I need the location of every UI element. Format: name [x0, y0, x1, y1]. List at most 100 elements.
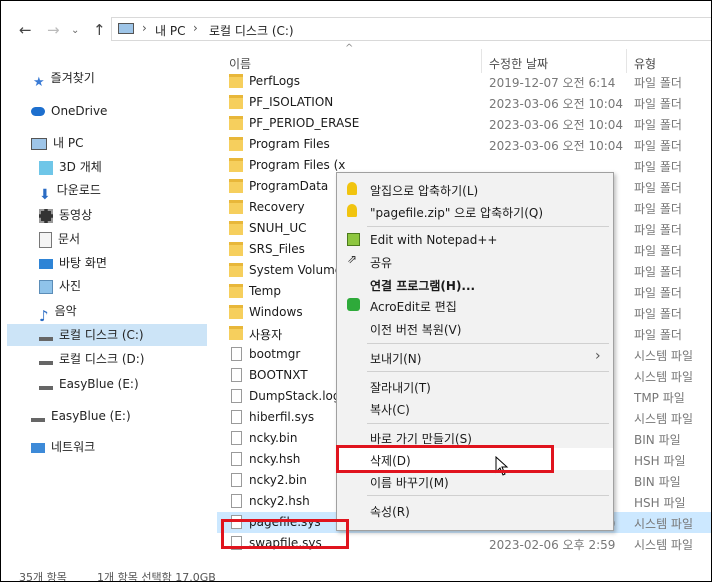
- nav-item-music[interactable]: ♪ 음악: [39, 300, 77, 325]
- menu-label: 이름 바꾸기(M): [370, 476, 449, 490]
- drive-icon: [39, 355, 53, 365]
- back-arrow-icon[interactable]: ←: [19, 21, 32, 39]
- column-header-type[interactable]: 유형: [634, 55, 656, 72]
- nav-item-my-pc[interactable]: 내 PC: [31, 132, 83, 154]
- file-type: 파일 폴더: [634, 118, 682, 132]
- nav-item-easyblue-e[interactable]: EasyBlue (E:): [39, 373, 139, 395]
- menu-separator: [367, 371, 609, 372]
- menu-item-alzip-compress[interactable]: 알집으로 압축하기(L): [337, 178, 613, 200]
- column-header-name[interactable]: 이름: [229, 55, 251, 72]
- nav-item-desktop[interactable]: 바탕 화면: [39, 252, 107, 274]
- pagefile-highlight-box: [221, 519, 349, 549]
- menu-item-rename[interactable]: 이름 바꾸기(M): [337, 470, 613, 492]
- menu-item-copy[interactable]: 복사(C): [337, 397, 613, 419]
- nav-item-local-disk-d[interactable]: 로컬 디스크 (D:): [39, 348, 144, 370]
- document-icon: [39, 231, 52, 248]
- nav-label: 사진: [59, 279, 82, 293]
- breadcrumb-separator-icon[interactable]: ›: [193, 21, 198, 35]
- breadcrumb-separator-icon[interactable]: ›: [142, 21, 147, 35]
- menu-label: 보내기(N): [370, 352, 422, 366]
- file-type: TMP 파일: [634, 391, 685, 405]
- menu-label: "pagefile.zip" 으로 압축하기(Q): [370, 206, 544, 220]
- file-type: 파일 폴더: [634, 139, 682, 153]
- star-icon: ★: [33, 74, 45, 90]
- folder-icon: [229, 179, 243, 193]
- menu-item-notepadpp[interactable]: Edit with Notepad++: [337, 229, 613, 251]
- column-divider[interactable]: [626, 49, 627, 73]
- file-name: Program Files: [249, 137, 330, 151]
- nav-item-documents[interactable]: 문서: [39, 228, 80, 250]
- file-icon: [231, 452, 242, 466]
- nav-item-pictures[interactable]: 사진: [39, 275, 81, 297]
- file-type: BIN 파일: [634, 433, 681, 447]
- file-name: Windows: [249, 305, 303, 319]
- file-name: Recovery: [249, 200, 305, 214]
- menu-label: 알집으로 압축하기(L): [370, 184, 479, 198]
- menu-item-share[interactable]: ⇗ 공유: [337, 250, 613, 272]
- file-date: 2019-12-07 오전 6:14: [489, 76, 616, 90]
- nav-item-local-disk-c[interactable]: 로컬 디스크 (C:): [39, 324, 144, 346]
- file-name: ncky2.bin: [249, 473, 307, 487]
- context-menu: 알집으로 압축하기(L) "pagefile.zip" 으로 압축하기(Q) E…: [336, 172, 614, 531]
- folder-icon: [229, 284, 243, 298]
- file-name: ncky.hsh: [249, 452, 301, 466]
- usb-drive-icon: [31, 412, 45, 422]
- forward-arrow-icon[interactable]: →: [47, 21, 60, 39]
- file-type: 파일 폴더: [634, 202, 682, 216]
- drive-icon: [39, 380, 53, 390]
- file-type: 시스템 파일: [634, 538, 694, 552]
- file-name: DumpStack.log.: [249, 389, 345, 403]
- file-row[interactable]: Program Files 2023-03-06 오전 10:04 파일 폴더: [217, 134, 711, 155]
- file-name: PF_ISOLATION: [249, 95, 334, 109]
- file-type: 파일 폴더: [634, 307, 682, 321]
- menu-separator: [367, 343, 609, 344]
- nav-item-easyblue-e-root[interactable]: EasyBlue (E:): [31, 405, 131, 427]
- nav-label: 내 PC: [53, 136, 84, 150]
- column-header-date[interactable]: 수정한 날짜: [489, 55, 548, 72]
- menu-label: 속성(R): [370, 505, 410, 519]
- nav-label: 로컬 디스크 (D:): [59, 352, 145, 366]
- chevron-down-icon[interactable]: ⌄: [71, 25, 79, 36]
- nav-item-favorites[interactable]: ★ 즐겨찾기: [33, 67, 95, 90]
- navigation-pane: ★ 즐겨찾기 OneDrive 내 PC 3D 개체 ⬇ 다운로드 동영상 문서 바…: [1, 47, 208, 567]
- file-row[interactable]: PF_PERIOD_ERASE 2023-03-06 오전 10:04 파일 폴더: [217, 113, 711, 134]
- folder-icon: [229, 95, 243, 109]
- up-arrow-icon[interactable]: ↑: [93, 21, 106, 39]
- file-row[interactable]: PerfLogs 2019-12-07 오전 6:14 파일 폴더: [217, 71, 711, 92]
- folder-icon: [229, 116, 243, 130]
- menu-item-properties[interactable]: 속성(R): [337, 499, 613, 521]
- breadcrumb-my-pc[interactable]: 내 PC: [155, 22, 185, 39]
- menu-item-acroedit[interactable]: AcroEdit로 편집: [337, 294, 613, 316]
- menu-item-compress-to-zip[interactable]: "pagefile.zip" 으로 압축하기(Q): [337, 200, 613, 222]
- delete-highlight-box: [336, 445, 554, 473]
- menu-item-open-with[interactable]: 연결 프로그램(H)...: [337, 273, 613, 295]
- folder-icon: [229, 158, 243, 172]
- folder-icon: [229, 263, 243, 277]
- nav-label: EasyBlue (E:): [51, 409, 131, 423]
- nav-item-onedrive[interactable]: OneDrive: [31, 100, 107, 122]
- column-divider[interactable]: [481, 49, 482, 73]
- menu-item-restore-previous[interactable]: 이전 버전 복원(V): [337, 317, 613, 339]
- desktop-icon: [39, 258, 53, 269]
- file-icon: [231, 473, 242, 487]
- status-bar: 35개 항목 1개 항목 선택함 17.0GB: [1, 567, 711, 582]
- file-row[interactable]: PF_ISOLATION 2023-03-06 오전 10:04 파일 폴더: [217, 92, 711, 113]
- status-selection-info: 1개 항목 선택함 17.0GB: [97, 571, 216, 582]
- file-date: 2023-03-06 오전 10:04: [489, 118, 624, 132]
- chevron-right-icon: ›: [595, 348, 601, 364]
- address-bar[interactable]: › 내 PC › 로컬 디스크 (C:): [111, 17, 711, 41]
- breadcrumb-local-disk-c[interactable]: 로컬 디스크 (C:): [209, 22, 294, 39]
- nav-item-downloads[interactable]: ⬇ 다운로드: [39, 179, 101, 203]
- menu-label: Edit with Notepad++: [370, 233, 498, 247]
- menu-item-cut[interactable]: 잘라내기(T): [337, 375, 613, 397]
- nav-item-videos[interactable]: 동영상: [39, 204, 92, 226]
- file-type: 파일 폴더: [634, 160, 682, 174]
- nav-item-network[interactable]: 네트워크: [31, 436, 95, 458]
- nav-label: 동영상: [59, 208, 93, 222]
- menu-label: 공유: [370, 256, 393, 270]
- nav-label: 음악: [54, 304, 77, 318]
- file-name: 사용자: [249, 328, 283, 342]
- explorer-window: ← → ⌄ ↑ › 내 PC › 로컬 디스크 (C:) ★ 즐겨찾기 OneDr…: [0, 0, 712, 582]
- menu-item-send-to[interactable]: 보내기(N) ›: [337, 346, 613, 368]
- nav-item-3d-objects[interactable]: 3D 개체: [39, 156, 102, 178]
